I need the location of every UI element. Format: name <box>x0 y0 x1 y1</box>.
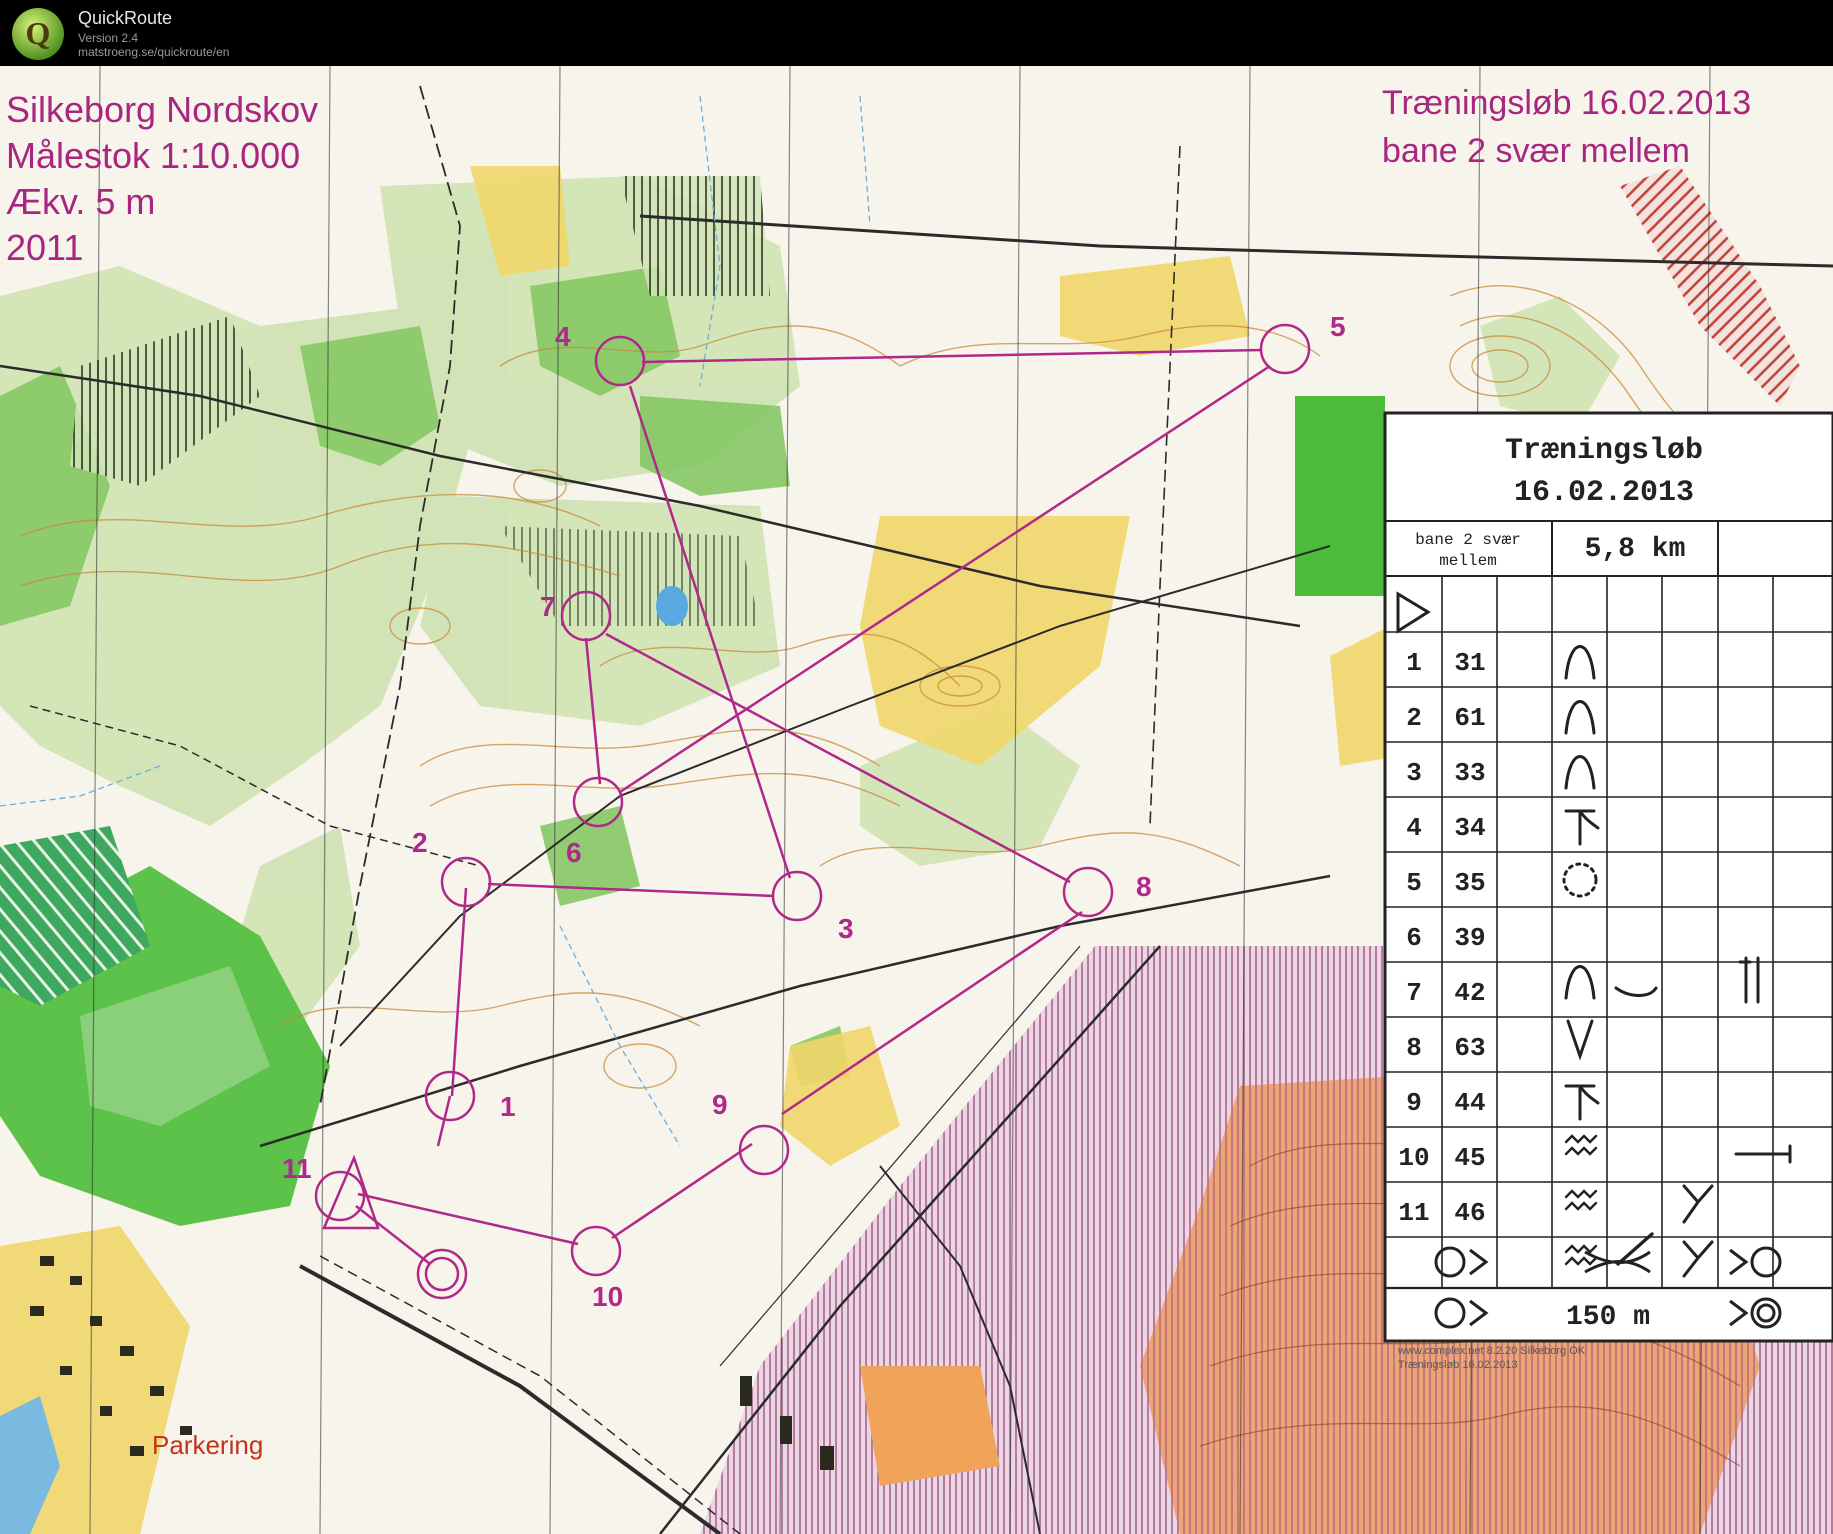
card-row-1-code: 31 <box>1454 648 1485 678</box>
building-area <box>860 1366 1000 1486</box>
title-bar: Q QuickRoute Version 2.4 matstroeng.se/q… <box>0 0 1833 66</box>
control-label-6: 6 <box>566 837 582 868</box>
card-row-5-code: 35 <box>1454 868 1485 898</box>
card-row-9-num: 9 <box>1406 1088 1422 1118</box>
card-row-11-num: 11 <box>1398 1198 1429 1228</box>
dense-forest-block <box>1295 396 1385 596</box>
card-row-7-num: 7 <box>1406 978 1422 1008</box>
control-label-11: 11 <box>282 1153 312 1184</box>
control-label-8: 8 <box>1136 871 1152 902</box>
card-length: 5,8 km <box>1585 534 1686 565</box>
orienteering-map[interactable]: 1 2 3 4 5 6 7 8 9 10 11 Silkeborg Nordsk… <box>0 66 1833 1534</box>
event-title-line1: Træningsløb 16.02.2013 <box>1382 84 1751 122</box>
map-view[interactable]: 1 2 3 4 5 6 7 8 9 10 11 Silkeborg Nordsk… <box>0 66 1833 1534</box>
quickroute-logo-icon: Q <box>12 8 64 60</box>
card-date: 16.02.2013 <box>1514 476 1694 510</box>
app-url[interactable]: matstroeng.se/quickroute/en <box>78 45 229 59</box>
credits-line1: www.complex.net 8.2.20 Silkeborg OK <box>1397 1345 1586 1357</box>
card-row-8-num: 8 <box>1406 1033 1422 1063</box>
parking-label: Parkering <box>152 1430 263 1460</box>
card-row-2-code: 61 <box>1454 703 1485 733</box>
card-row-4-num: 4 <box>1406 813 1422 843</box>
control-label-2: 2 <box>412 827 428 858</box>
card-row-7-code: 42 <box>1454 978 1485 1008</box>
control-label-9: 9 <box>712 1089 728 1120</box>
card-finish-distance: 150 m <box>1566 1302 1650 1333</box>
app-name: QuickRoute <box>78 8 173 28</box>
card-row-8-code: 63 <box>1454 1033 1485 1063</box>
card-row-10-num: 10 <box>1398 1143 1429 1173</box>
logo-letter: Q <box>26 15 51 51</box>
card-row-9-code: 44 <box>1454 1088 1485 1118</box>
card-row-2-num: 2 <box>1406 703 1422 733</box>
map-info-contour: Ækv. 5 m <box>6 181 155 222</box>
card-row-10-code: 45 <box>1454 1143 1485 1173</box>
control-label-1: 1 <box>500 1091 516 1122</box>
credits-line2: Træningsløb 16.02.2013 <box>1398 1359 1517 1371</box>
pond <box>656 586 688 626</box>
card-row-11-code: 46 <box>1454 1198 1485 1228</box>
card-row-6-code: 39 <box>1454 923 1485 953</box>
map-info-name: Silkeborg Nordskov <box>6 89 318 130</box>
card-row-3-code: 33 <box>1454 758 1485 788</box>
card-title: Træningsløb <box>1505 434 1703 468</box>
map-info-scale: Målestok 1:10.000 <box>6 135 300 176</box>
card-row-3-num: 3 <box>1406 758 1422 788</box>
card-course-line1: bane 2 svær <box>1415 531 1521 549</box>
card-row-4-code: 34 <box>1454 813 1485 843</box>
app-version: Version 2.4 <box>78 31 139 45</box>
card-row-5-num: 5 <box>1406 868 1422 898</box>
card-row-1-num: 1 <box>1406 648 1422 678</box>
control-description-card: Træningsløb 16.02.2013 bane 2 svær melle… <box>1383 411 1833 1343</box>
control-label-4: 4 <box>555 321 571 352</box>
event-title-line2: bane 2 svær mellem <box>1382 132 1690 170</box>
control-label-3: 3 <box>838 913 854 944</box>
control-label-10: 10 <box>592 1281 623 1312</box>
card-course-line2: mellem <box>1439 552 1497 570</box>
quickroute-window: Q QuickRoute Version 2.4 matstroeng.se/q… <box>0 0 1833 1534</box>
control-label-7: 7 <box>540 591 556 622</box>
card-row-6-num: 6 <box>1406 923 1422 953</box>
control-label-5: 5 <box>1330 311 1346 342</box>
map-info-year: 2011 <box>6 227 83 268</box>
